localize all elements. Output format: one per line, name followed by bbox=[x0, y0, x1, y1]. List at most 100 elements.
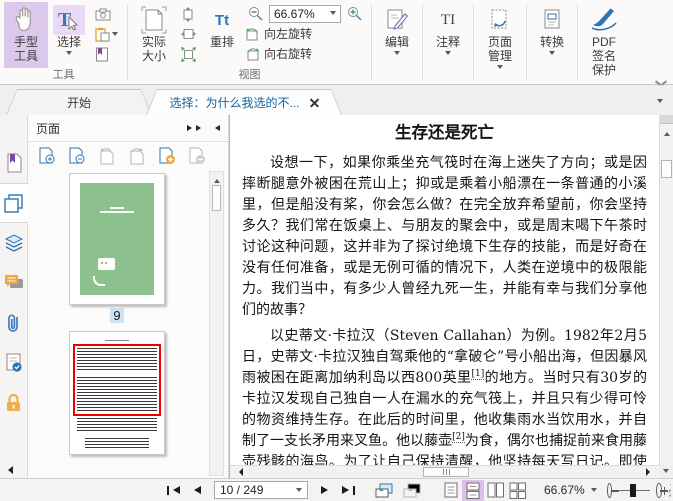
continuous-view-button[interactable] bbox=[462, 479, 484, 501]
tab-start[interactable]: 开始 bbox=[6, 89, 152, 115]
select-tool-button[interactable]: T 选择 bbox=[48, 2, 90, 68]
convert-button[interactable]: 转换 bbox=[531, 2, 573, 68]
thumbnail-scrollbar[interactable] bbox=[209, 171, 224, 476]
pdf-sign-protect-button[interactable]: PDF签名保护 bbox=[582, 2, 626, 77]
pages-panel-title: 页面 bbox=[36, 121, 61, 136]
footnote-link-1[interactable]: [1] bbox=[471, 369, 485, 381]
horizontal-scrollbar[interactable] bbox=[230, 465, 659, 478]
actual-size-button[interactable]: 实际大小 bbox=[132, 2, 176, 68]
snapshot-button[interactable] bbox=[92, 4, 121, 24]
previous-page-button[interactable] bbox=[185, 486, 206, 494]
pages-panel-button[interactable] bbox=[0, 183, 28, 223]
ribbon-group-tools: 手型工具 T 选择 工具 bbox=[0, 0, 127, 84]
bookmarks-panel-button[interactable] bbox=[0, 143, 28, 183]
page-dropdown-caret bbox=[296, 487, 302, 495]
scroll-left-icon[interactable] bbox=[235, 468, 243, 476]
scroll-right-icon[interactable] bbox=[646, 468, 654, 476]
last-page-icon bbox=[353, 485, 355, 495]
reflow-button[interactable]: Tt 重排 bbox=[201, 2, 243, 68]
rotate-left-icon bbox=[246, 27, 258, 40]
scroll-up-icon[interactable] bbox=[213, 176, 220, 183]
zoom-slider[interactable] bbox=[618, 483, 650, 498]
comments-panel-button[interactable] bbox=[0, 263, 28, 303]
hand-icon bbox=[12, 5, 40, 35]
zoom-out-circle-button[interactable] bbox=[606, 482, 618, 498]
enlarge-thumbnails-button[interactable] bbox=[38, 147, 56, 165]
panel-collapse-arrow-icon[interactable] bbox=[4, 466, 13, 474]
tab-document-label: 选择：为什么我选的不... bbox=[169, 96, 300, 110]
pdf-sign-protect-label: PDF签名保护 bbox=[591, 35, 616, 77]
tab-list-menu-icon[interactable] bbox=[657, 99, 663, 106]
page-management-icon bbox=[488, 5, 512, 35]
rotate-page-right-icon bbox=[130, 147, 144, 164]
zoom-in-circle-button[interactable] bbox=[656, 482, 667, 498]
delete-page-icon bbox=[189, 147, 205, 164]
hand-tool-button[interactable]: 手型工具 bbox=[4, 2, 48, 68]
rotate-page-left-icon bbox=[100, 147, 114, 164]
pages-panel-header: 页面 bbox=[28, 115, 228, 141]
vertical-scrollbar-thumb[interactable] bbox=[661, 160, 672, 178]
zoom-slider-thumb[interactable] bbox=[630, 483, 637, 497]
tab-document[interactable]: 选择：为什么我选的不... bbox=[146, 89, 342, 115]
status-zoom-value[interactable]: 66.67% bbox=[544, 483, 585, 497]
thumbnail-scrollbar-thumb[interactable] bbox=[212, 185, 221, 211]
facing-view-button[interactable] bbox=[484, 480, 506, 501]
scrollbar-split-box[interactable] bbox=[660, 115, 673, 124]
facing-pages-icon bbox=[487, 482, 504, 498]
pages-panel: 页面 9 bbox=[28, 115, 229, 478]
reduce-thumbnails-button[interactable] bbox=[68, 147, 86, 165]
tools-group-label: 工具 bbox=[52, 69, 75, 81]
attachments-panel-button[interactable] bbox=[0, 303, 28, 343]
next-page-button[interactable] bbox=[316, 486, 337, 494]
comment-button[interactable]: TI 注释 bbox=[427, 2, 469, 68]
cover-socket-graphic bbox=[97, 258, 115, 271]
fit-visible-button[interactable] bbox=[178, 44, 199, 64]
clipboard-paste-button[interactable] bbox=[92, 24, 121, 44]
ribbon-zoom-value: 66.67% bbox=[274, 6, 315, 21]
new-page-button[interactable] bbox=[158, 147, 176, 165]
first-page-button[interactable] bbox=[162, 485, 185, 495]
digital-signatures-panel-button[interactable] bbox=[0, 343, 28, 383]
zoom-out-icon bbox=[249, 7, 263, 21]
delete-page-button[interactable] bbox=[188, 147, 206, 165]
thumbnail-page-10[interactable] bbox=[69, 331, 165, 455]
rotate-page-left-button[interactable] bbox=[98, 147, 116, 165]
previous-view-button[interactable] bbox=[370, 483, 398, 498]
panel-hide-button[interactable] bbox=[212, 125, 220, 131]
scroll-up-icon[interactable] bbox=[663, 129, 670, 136]
security-panel-button[interactable] bbox=[0, 383, 28, 423]
facing-continuous-view-button[interactable] bbox=[506, 480, 528, 501]
viewport-indicator[interactable] bbox=[73, 344, 161, 416]
zoom-cluster: 66.67% 向左旋转 向右旋转 bbox=[243, 2, 367, 68]
rotate-left-button[interactable]: 向左旋转 bbox=[245, 24, 365, 43]
page-management-label: 页面管理 bbox=[487, 35, 512, 63]
cover-title-line bbox=[110, 207, 124, 209]
page-management-button[interactable]: 页面管理 bbox=[478, 2, 522, 72]
ribbon-zoom-combobox[interactable]: 66.67% bbox=[269, 4, 341, 23]
rotate-page-right-button[interactable] bbox=[128, 147, 146, 165]
thumbnail-heading-line bbox=[105, 340, 129, 341]
zoom-out-button[interactable] bbox=[245, 4, 266, 24]
layers-panel-button[interactable] bbox=[0, 223, 28, 263]
page-number-combobox[interactable]: 10 / 249 bbox=[214, 481, 308, 499]
horizontal-scrollbar-thumb[interactable] bbox=[423, 467, 470, 477]
thumbnail-page-number[interactable]: 9 bbox=[110, 308, 124, 323]
fit-width-button[interactable] bbox=[178, 24, 199, 44]
status-zoom-caret[interactable] bbox=[590, 487, 597, 495]
thumbnail-page-9[interactable] bbox=[69, 173, 165, 305]
zoom-in-button[interactable] bbox=[344, 4, 365, 24]
edit-button[interactable]: 编辑 bbox=[376, 2, 418, 68]
reflow-label: 重排 bbox=[209, 35, 234, 49]
footnote-link-2[interactable]: [2] bbox=[452, 432, 465, 444]
single-page-view-button[interactable] bbox=[440, 480, 462, 501]
window-resize-grip[interactable] bbox=[667, 483, 671, 497]
close-tab-icon[interactable] bbox=[310, 98, 319, 107]
fit-page-button[interactable] bbox=[178, 4, 199, 24]
vertical-scrollbar[interactable] bbox=[659, 115, 673, 465]
next-view-button[interactable] bbox=[398, 483, 426, 498]
last-page-button[interactable] bbox=[337, 485, 360, 495]
bookmark-page-button[interactable] bbox=[92, 44, 121, 64]
document-page[interactable]: 生存还是死亡 设想一下，如果你乘坐充气筏时在海上迷失了方向；或是因摔断腿意外被困… bbox=[230, 115, 659, 465]
rotate-right-button[interactable]: 向右旋转 bbox=[245, 44, 365, 63]
panel-expand-button[interactable] bbox=[187, 125, 204, 131]
